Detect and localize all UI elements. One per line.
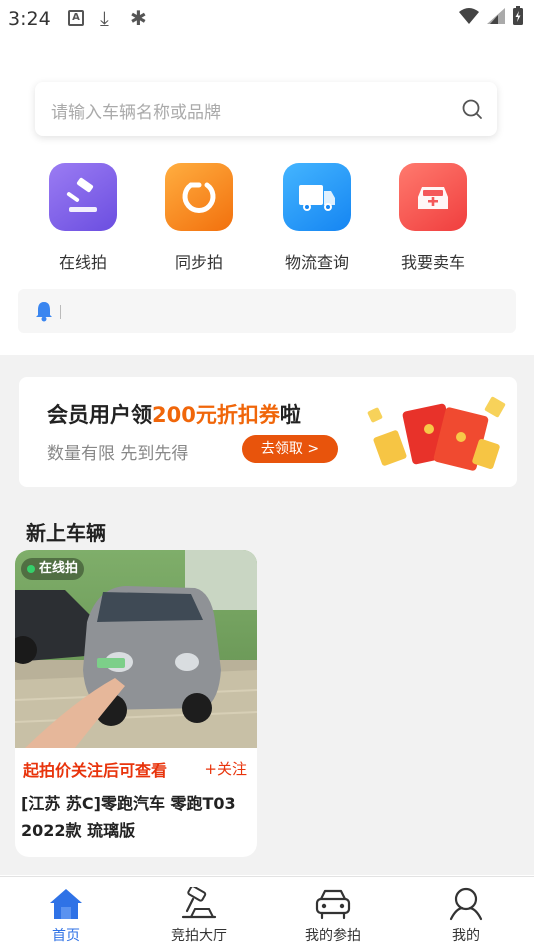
- status-bar: 3:24 A ⤓ ✱: [0, 0, 534, 38]
- category-label: 物流查询: [284, 253, 349, 272]
- category-label: 在线拍: [58, 253, 107, 272]
- category-sell-car[interactable]: 我要卖车: [378, 163, 488, 273]
- follow-button[interactable]: +关注: [204, 758, 247, 779]
- car-card[interactable]: 在线拍 起拍价关注后可查看 +关注 [江苏 苏C]零跑汽车 零跑T03 2022…: [15, 550, 257, 857]
- category-online-auction[interactable]: 在线拍: [28, 163, 138, 273]
- home-page: 3:24 A ⤓ ✱ 请输入车辆名称或品牌 在线拍 同步拍 物流查询 我要卖车 …: [0, 0, 534, 951]
- wifi-icon: [459, 8, 479, 24]
- status-right-icons: [458, 6, 524, 26]
- section-title-new-cars: 新上车辆: [26, 521, 106, 545]
- notice-bar[interactable]: [18, 289, 516, 333]
- search-placeholder: 请输入车辆名称或品牌: [51, 103, 221, 123]
- car-front-icon: [315, 889, 351, 920]
- coupon-title: 会员用户领200元折扣券啦: [47, 399, 301, 429]
- category-label: 我要卖车: [400, 253, 465, 272]
- home-icon: [50, 889, 82, 919]
- signal-icon: [487, 8, 505, 24]
- coupon-title-highlight: 200元折扣券: [152, 403, 280, 427]
- gavel-icon: [49, 163, 117, 231]
- tab-my-bids[interactable]: 我的参拍: [283, 885, 383, 945]
- category-logistics[interactable]: 物流查询: [262, 163, 372, 273]
- online-status-dot: [27, 565, 35, 573]
- sync-icon: [165, 163, 233, 231]
- car-name: [江苏 苏C]零跑汽车 零跑T03 2022款 琉璃版: [21, 794, 236, 840]
- tab-home[interactable]: 首页: [16, 885, 116, 945]
- search-input[interactable]: 请输入车辆名称或品牌: [35, 82, 497, 136]
- claim-coupon-button[interactable]: 去领取 >: [242, 435, 338, 463]
- bottom-tab-bar: 首页 竞拍大厅 我的参拍 我的: [0, 876, 534, 951]
- keyboard-a-icon: A: [68, 10, 84, 26]
- red-envelope-illustration: [367, 396, 506, 471]
- truck-icon: [283, 163, 351, 231]
- bell-icon: [36, 302, 52, 322]
- coupon-subtitle: 数量有限 先到先得: [47, 444, 189, 464]
- tab-mine[interactable]: 我的: [416, 885, 516, 945]
- notice-divider: [60, 305, 61, 319]
- category-label: 同步拍: [174, 253, 223, 272]
- debug-bug-icon: ✱: [130, 6, 147, 30]
- car-price: 起拍价关注后可查看: [23, 761, 168, 780]
- search-icon[interactable]: [461, 98, 483, 120]
- coupon-banner[interactable]: 会员用户领200元折扣券啦 数量有限 先到先得 去领取 >: [19, 377, 517, 487]
- tab-label: 首页: [52, 928, 80, 944]
- auction-hammer-icon: [181, 887, 217, 919]
- user-icon: [449, 887, 483, 921]
- download-icon: ⤓: [100, 6, 109, 30]
- tab-label: 竞拍大厅: [171, 928, 227, 944]
- tab-label: 我的: [452, 928, 480, 944]
- coupon-title-prefix: 会员用户领: [47, 403, 152, 427]
- coupon-title-suffix: 啦: [279, 403, 301, 427]
- tab-auction-hall[interactable]: 竞拍大厅: [149, 885, 249, 945]
- car-icon: [399, 163, 467, 231]
- status-time: 3:24: [8, 8, 51, 30]
- category-sync-auction[interactable]: 同步拍: [144, 163, 254, 273]
- tab-label: 我的参拍: [305, 928, 361, 944]
- badge-label: 在线拍: [39, 561, 79, 576]
- auction-type-badge: 在线拍: [21, 558, 85, 580]
- battery-icon: [513, 6, 523, 25]
